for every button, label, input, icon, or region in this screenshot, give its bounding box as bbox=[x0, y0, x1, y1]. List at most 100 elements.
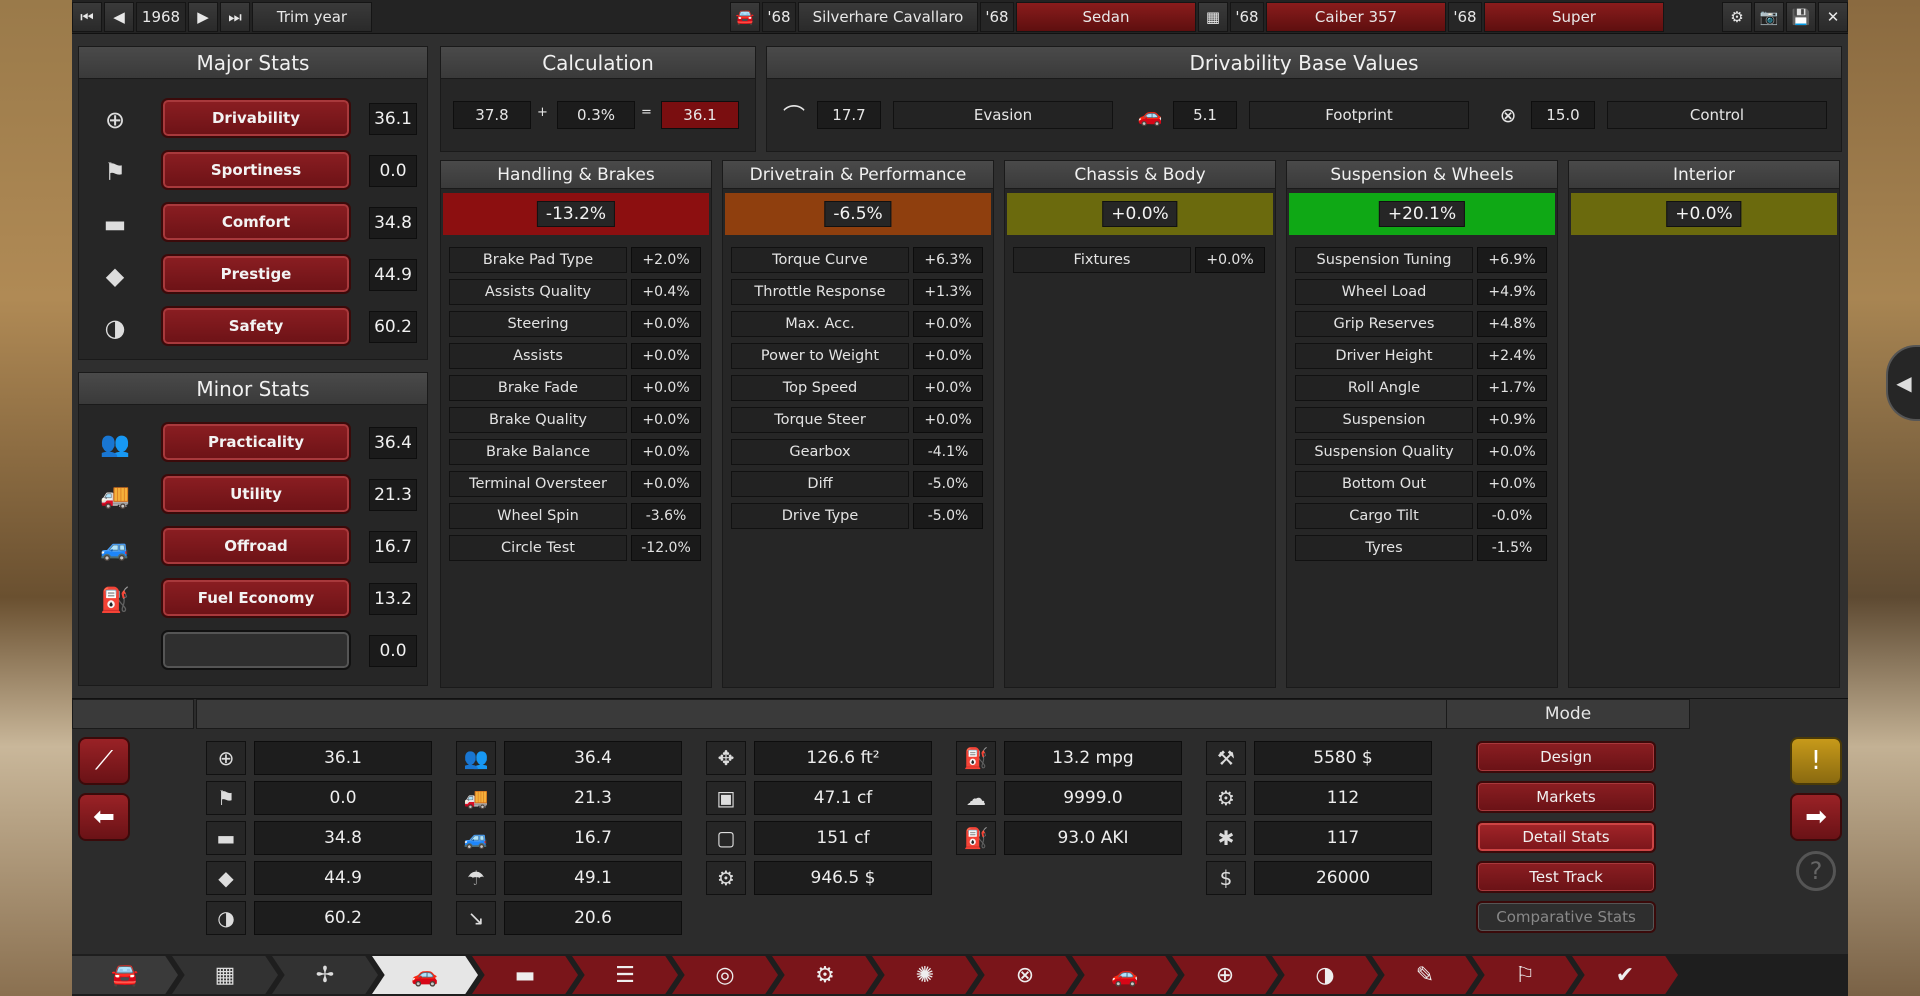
suspension-icon: ✢ bbox=[315, 962, 335, 988]
save-icon: 💾 bbox=[1791, 8, 1811, 26]
footprint-icon: 🚗 bbox=[1137, 103, 1163, 127]
prestige-button[interactable]: Prestige bbox=[161, 254, 351, 294]
drivability-button[interactable]: Drivability bbox=[161, 98, 351, 138]
offroad-value: 16.7 bbox=[369, 531, 417, 563]
tab-aero[interactable]: 🚗 bbox=[1072, 956, 1178, 994]
engineering-cost-icon: ⚒ bbox=[1206, 741, 1246, 775]
engine-name-selector[interactable]: Caiber 357 bbox=[1266, 2, 1446, 32]
tab-brakes[interactable]: ⊗ bbox=[972, 956, 1078, 994]
sportiness-button[interactable]: Sportiness bbox=[161, 150, 351, 190]
tab-suspension[interactable]: ✢ bbox=[272, 956, 378, 994]
summary-eng-cost: 5580 $ bbox=[1254, 741, 1432, 775]
factor-value: -0.0% bbox=[1477, 503, 1547, 529]
summary-production: 112 bbox=[1254, 781, 1432, 815]
control-value: 15.0 bbox=[1531, 101, 1595, 129]
chassis-body-panel: Chassis & Body +0.0% Fixtures +0.0% bbox=[1004, 160, 1276, 688]
tab-body[interactable]: 🚗 bbox=[372, 956, 478, 994]
tab-fixtures[interactable]: ▬ bbox=[472, 956, 578, 994]
engine-year: '68 bbox=[1230, 2, 1264, 32]
engine-icon[interactable]: ▦ bbox=[1198, 2, 1228, 32]
mode-design-button[interactable]: Design bbox=[1476, 741, 1656, 773]
trim-name-selector[interactable]: Super bbox=[1484, 2, 1664, 32]
minor-stats-panel: Minor Stats 👥 Practicality 36.4 🚚 Utilit… bbox=[78, 372, 428, 686]
stat-row-comfort: ▬ Comfort 34.8 bbox=[79, 199, 428, 249]
mode-detail-stats-button[interactable]: Detail Stats bbox=[1476, 821, 1656, 853]
year-field[interactable]: 1968 bbox=[136, 2, 186, 32]
steering-icon: ⊕ bbox=[1215, 962, 1235, 988]
summary-comfort: 34.8 bbox=[254, 821, 432, 855]
prev-year-button[interactable]: ◀ bbox=[104, 2, 134, 32]
stat-row-sportiness: ⚑ Sportiness 0.0 bbox=[79, 147, 428, 197]
practicality-button[interactable]: Practicality bbox=[161, 422, 351, 462]
interior-panel: Interior +0.0% bbox=[1568, 160, 1840, 688]
offroad-button[interactable]: Offroad bbox=[161, 526, 351, 566]
diamond-icon: ◆ bbox=[105, 262, 125, 290]
drivetrain-performance-band: -6.5% bbox=[725, 193, 991, 235]
tab-finish[interactable]: ✔ bbox=[1572, 956, 1678, 994]
settings-button[interactable]: ⚙ bbox=[1722, 2, 1752, 32]
passengers-icon: 👥 bbox=[100, 430, 130, 458]
calc-modifier-value: 0.3% bbox=[557, 101, 635, 129]
fuel-economy-button[interactable]: Fuel Economy bbox=[161, 578, 351, 618]
next-year-button[interactable]: ▶ bbox=[188, 2, 218, 32]
checkered-flag-icon: ⚑ bbox=[104, 158, 126, 186]
help-button[interactable]: ? bbox=[1796, 851, 1836, 891]
utility-button[interactable]: Utility bbox=[161, 474, 351, 514]
factor-label: Suspension bbox=[1295, 407, 1473, 433]
tab-wheels[interactable]: ✺ bbox=[872, 956, 978, 994]
tab-interior[interactable]: ☰ bbox=[572, 956, 678, 994]
stat-row-fuel-economy: ⛽ Fuel Economy 13.2 bbox=[79, 575, 428, 625]
gear-half-icon: ⚙ bbox=[815, 962, 835, 988]
tab-model[interactable]: 🚘 bbox=[72, 956, 178, 994]
emissions-icon: ☁ bbox=[956, 781, 996, 815]
factor-value: -1.5% bbox=[1477, 535, 1547, 561]
tab-drivetrain[interactable]: ⚙ bbox=[772, 956, 878, 994]
factor-value: +1.7% bbox=[1477, 375, 1547, 401]
tab-test[interactable]: ⚐ bbox=[1472, 956, 1578, 994]
body-name-selector[interactable]: Sedan bbox=[1016, 2, 1196, 32]
factor-label: Roll Angle bbox=[1295, 375, 1473, 401]
tab-chassis[interactable]: ▦ bbox=[172, 956, 278, 994]
fuel-icon: ⛽ bbox=[100, 586, 130, 614]
seat-icon: ▬ bbox=[103, 210, 127, 238]
evasion-value: 17.7 bbox=[817, 101, 881, 129]
chassis-icon: ▦ bbox=[214, 962, 236, 988]
tuning-icon: ✎ bbox=[1415, 962, 1435, 988]
mode-markets-button[interactable]: Markets bbox=[1476, 781, 1656, 813]
factor-value: +0.0% bbox=[1477, 439, 1547, 465]
back-button[interactable]: ⬅ bbox=[78, 793, 130, 841]
calc-result-value: 36.1 bbox=[661, 101, 739, 129]
tab-safety[interactable]: ◑ bbox=[1272, 956, 1378, 994]
factor-value: +0.0% bbox=[913, 311, 983, 337]
fuel-economy-value: 13.2 bbox=[369, 583, 417, 615]
utility-truck-icon: 🚚 bbox=[456, 781, 496, 815]
warning-button[interactable]: ! bbox=[1790, 737, 1842, 785]
empty-stat-button[interactable] bbox=[161, 630, 351, 670]
first-year-button[interactable]: ⏮ bbox=[72, 2, 102, 32]
last-year-button[interactable]: ⏭ bbox=[220, 2, 250, 32]
factor-label: Fixtures bbox=[1013, 247, 1191, 273]
screenshot-button[interactable]: 📷 bbox=[1754, 2, 1784, 32]
factor-label: Steering bbox=[449, 311, 627, 337]
summary-price: 26000 bbox=[1254, 861, 1432, 895]
next-button[interactable]: ➡ bbox=[1790, 793, 1842, 841]
model-name-selector[interactable]: Silverhare Cavallaro bbox=[798, 2, 978, 32]
graph-button[interactable]: ⟋ bbox=[78, 737, 130, 785]
close-button[interactable]: ✕ bbox=[1818, 2, 1848, 32]
comfort-button[interactable]: Comfort bbox=[161, 202, 351, 242]
cost-gear-icon: ⚙ bbox=[706, 861, 746, 895]
mode-test-track-button[interactable]: Test Track bbox=[1476, 861, 1656, 893]
car-model-icon[interactable]: 🚘 bbox=[730, 2, 760, 32]
mode-comparative-stats-button[interactable]: Comparative Stats bbox=[1476, 901, 1656, 933]
factor-label: Wheel Load bbox=[1295, 279, 1473, 305]
save-button[interactable]: 💾 bbox=[1786, 2, 1816, 32]
stat-row-practicality: 👥 Practicality 36.4 bbox=[79, 419, 428, 469]
utility-truck-icon: 🚚 bbox=[100, 482, 130, 510]
tab-tuning[interactable]: ✎ bbox=[1372, 956, 1478, 994]
tab-engine[interactable]: ◎ bbox=[672, 956, 778, 994]
drivetrain-performance-pct: -6.5% bbox=[824, 201, 892, 227]
background-wall-left bbox=[0, 0, 72, 996]
safety-button[interactable]: Safety bbox=[161, 306, 351, 346]
tab-steering[interactable]: ⊕ bbox=[1172, 956, 1278, 994]
summary-trend: 20.6 bbox=[504, 901, 682, 935]
